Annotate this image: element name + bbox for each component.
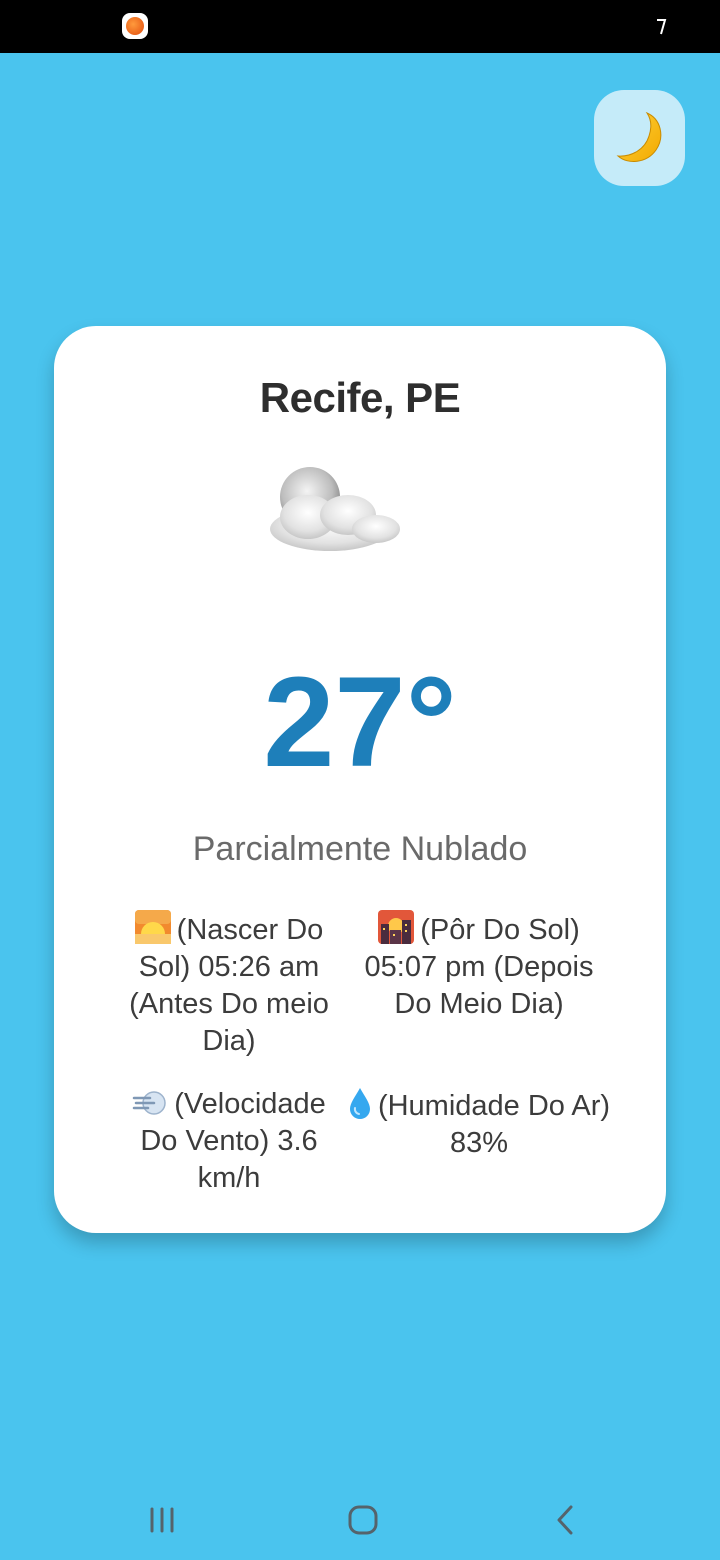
back-button[interactable] [550, 1502, 580, 1538]
sunset-city-icon [378, 910, 415, 944]
weather-card: Recife, PE 27° Parcialmente Nublado (Nas… [54, 326, 666, 1233]
recent-apps-icon [150, 1507, 174, 1533]
orange-app-icon [122, 13, 148, 39]
humidity-text: (Humidade Do Ar) 83% [377, 1090, 611, 1159]
wind-detail: (Velocidade Do Vento) 3.6 km/h [114, 1086, 344, 1197]
recent-apps-button[interactable] [140, 1502, 184, 1538]
temperature: 27° [263, 651, 457, 794]
wind-icon [132, 1091, 166, 1115]
city-name: Recife, PE [259, 374, 461, 421]
weather-details: (Nascer Do Sol) 05:26 am (Antes Do meio … [114, 910, 614, 1197]
home-icon [348, 1505, 378, 1535]
home-button[interactable] [344, 1502, 382, 1538]
sunrise-icon [134, 910, 171, 944]
humidity-detail: (Humidade Do Ar) 83% [344, 1086, 614, 1197]
partly-cloudy-icon [270, 467, 400, 551]
sunset-detail: (Pôr Do Sol) 05:07 pm (Depois Do Meio Di… [344, 910, 614, 1060]
theme-toggle-button[interactable] [594, 90, 685, 186]
bolt-icon [657, 19, 667, 35]
crescent-moon-icon [616, 111, 661, 162]
droplet-icon [349, 1088, 370, 1119]
back-icon [557, 1505, 573, 1535]
status-bar [0, 0, 720, 53]
condition-text: Parcialmente Nublado [192, 830, 528, 868]
sunrise-detail: (Nascer Do Sol) 05:26 am (Antes Do meio … [114, 910, 344, 1060]
